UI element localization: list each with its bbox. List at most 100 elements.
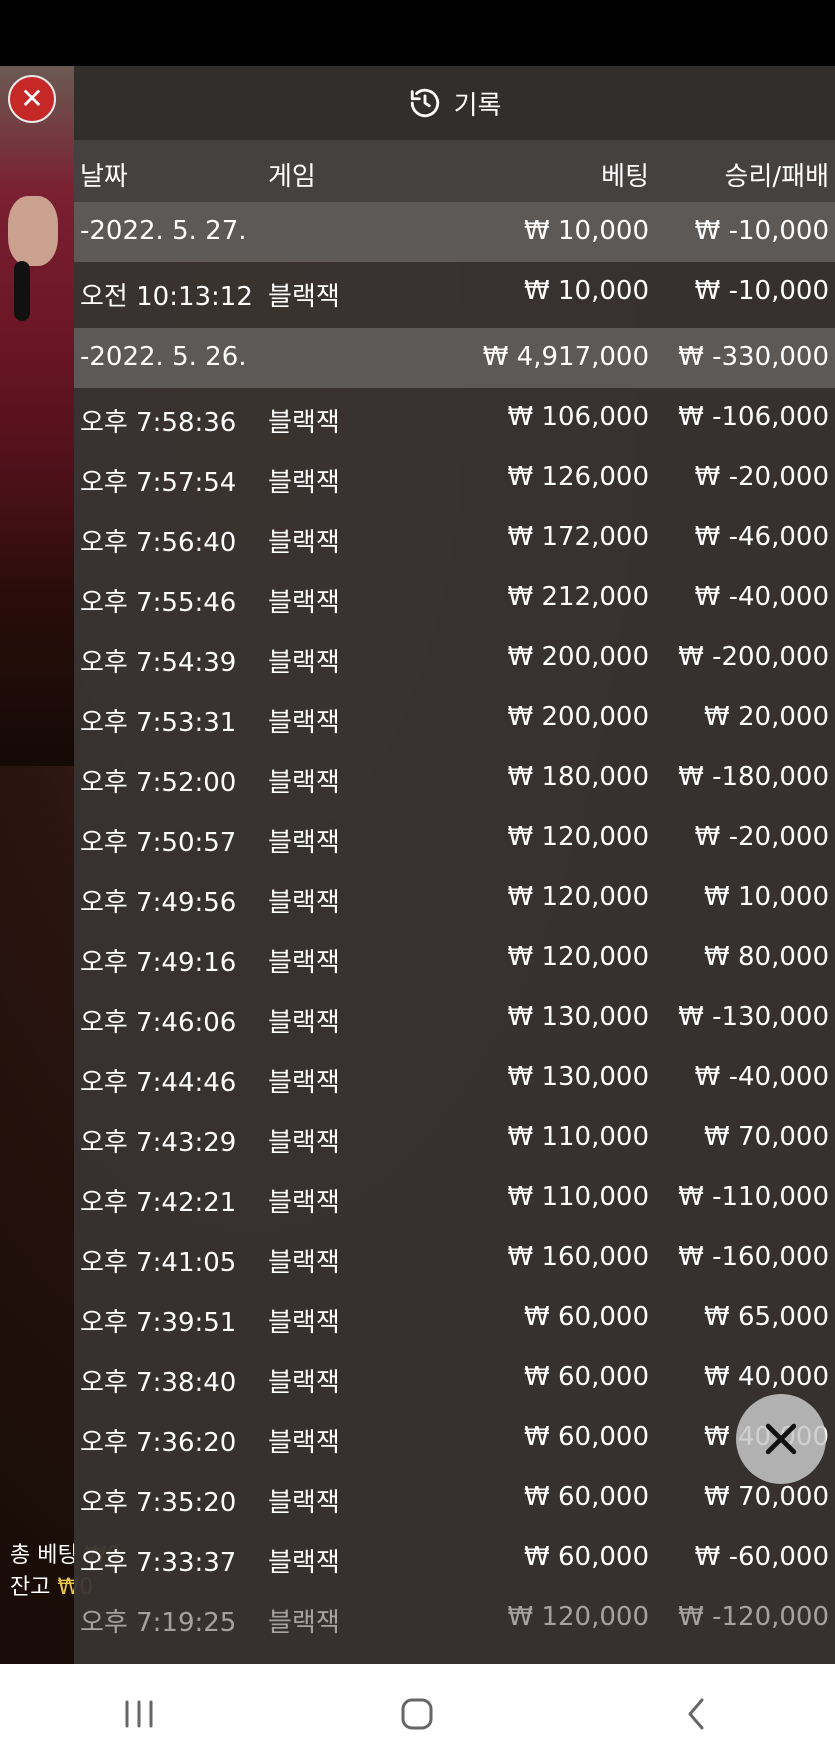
row-time: 오후 7:49:16 xyxy=(80,948,237,978)
column-date: 날짜 xyxy=(80,162,128,192)
android-nav-bar xyxy=(0,1664,835,1763)
history-panel: 기록 날짜 게임 베팅 승리/패배 -2022. 5. 27. ₩ 10,000 ₩… xyxy=(74,66,835,1664)
row-winloss: ₩ -160,000 xyxy=(678,1242,829,1272)
history-row: 오후 7:44:46 블랙잭 ₩ 130,000 ₩ -40,000 xyxy=(74,1048,835,1108)
history-list[interactable]: -2022. 5. 27. ₩ 10,000 ₩ -10,000 오전 10:13:1… xyxy=(74,202,835,1664)
total-bet-label: 총 베팅 xyxy=(10,1543,78,1568)
row-game: 블랙잭 xyxy=(268,1608,340,1638)
row-winloss: ₩ -330,000 xyxy=(678,342,829,372)
history-row: 오후 7:57:54 블랙잭 ₩ 126,000 ₩ -20,000 xyxy=(74,448,835,508)
row-time: 오후 7:54:39 xyxy=(80,648,237,678)
history-row: 오후 7:36:20블랙잭₩ 60,000₩ 40,000 xyxy=(74,1408,835,1468)
row-time: 오후 7:55:46 xyxy=(80,588,237,618)
history-row: 오후 7:35:20 블랙잭 ₩ 60,000 ₩ 70,000 xyxy=(74,1468,835,1528)
recent-apps-icon xyxy=(125,1700,153,1727)
row-winloss: ₩ -20,000 xyxy=(694,822,829,852)
row-game: 블랙잭 xyxy=(268,828,340,858)
row-bet: ₩ 130,000 xyxy=(507,1062,650,1092)
dealer-video xyxy=(0,66,74,766)
row-winloss: ₩ -120,000 xyxy=(678,1602,829,1632)
back-icon xyxy=(688,1698,704,1729)
row-game: 블랙잭 xyxy=(268,1548,340,1578)
row-winloss: ₩ -40,000 xyxy=(694,1062,829,1092)
row-winloss: ₩ 40,000 xyxy=(704,1362,829,1392)
column-bet: 베팅 xyxy=(601,162,649,192)
row-time: 오후 7:49:56 xyxy=(80,888,237,918)
row-bet: ₩ 130,000 xyxy=(507,1002,650,1032)
history-row: 오후 7:42:21 블랙잭 ₩ 110,000 ₩ -110,000 xyxy=(74,1168,835,1228)
row-winloss: ₩ -106,000 xyxy=(678,402,829,432)
row-winloss: ₩ -20,000 xyxy=(694,462,829,492)
row-winloss: ₩ -46,000 xyxy=(694,522,829,552)
column-winloss: 승리/패배 xyxy=(724,162,829,192)
row-time: -2022. 5. 26. xyxy=(80,342,247,372)
row-game: 블랙잭 xyxy=(268,888,340,918)
row-time: 오후 7:52:00 xyxy=(80,768,237,798)
row-bet: ₩ 126,000 xyxy=(507,462,650,492)
row-bet: ₩ 120,000 xyxy=(507,942,650,972)
balance-label: 잔고 xyxy=(10,1575,51,1600)
history-row: 오후 7:49:56 블랙잭 ₩ 120,000 ₩ 10,000 xyxy=(74,868,835,928)
row-bet: ₩ 180,000 xyxy=(507,762,650,792)
row-game: 블랙잭 xyxy=(268,948,340,978)
history-row: 오전 10:13:12 블랙잭 ₩ 10,000 ₩ -10,000 xyxy=(74,262,835,322)
row-bet: ₩ 160,000 xyxy=(507,1242,650,1272)
history-row: 오후 7:41:05 블랙잭 ₩ 160,000 ₩ -160,000 xyxy=(74,1228,835,1288)
row-time: 오후 7:33:37 xyxy=(80,1548,237,1578)
row-game: 블랙잭 xyxy=(268,1068,340,1098)
row-bet: ₩ 110,000 xyxy=(507,1122,650,1152)
row-bet: ₩ 10,000 xyxy=(524,276,649,306)
row-game: 블랙잭 xyxy=(268,588,340,618)
row-game: 블랙잭 xyxy=(268,468,340,498)
history-row: 오후 7:54:39 블랙잭 ₩ 200,000 ₩ -200,000 xyxy=(74,628,835,688)
row-bet: ₩ 120,000 xyxy=(507,882,650,912)
row-game: 블랙잭 xyxy=(268,1308,340,1338)
close-icon xyxy=(765,1423,797,1455)
row-time: 오후 7:56:40 xyxy=(80,528,237,558)
row-winloss: ₩ 10,000 xyxy=(704,882,829,912)
row-game: 블랙잭 xyxy=(268,1428,340,1458)
history-row: 오후 7:38:40 블랙잭 ₩ 60,000 ₩ 40,000 xyxy=(74,1348,835,1408)
row-bet: ₩ 60,000 xyxy=(524,1302,649,1332)
row-winloss: ₩ -180,000 xyxy=(678,762,829,792)
row-winloss: ₩ 80,000 xyxy=(704,942,829,972)
row-winloss: ₩ 70,000 xyxy=(704,1482,829,1512)
history-row: 오후 7:43:29 블랙잭 ₩ 110,000 ₩ 70,000 xyxy=(74,1108,835,1168)
row-winloss: ₩ -10,000 xyxy=(694,216,829,246)
row-time: -2022. 5. 27. xyxy=(80,216,247,246)
row-bet: ₩ 60,000 xyxy=(524,1482,649,1512)
row-bet: ₩ 60,000 xyxy=(524,1362,649,1392)
row-winloss: ₩ -60,000 xyxy=(694,1542,829,1572)
dealer-face xyxy=(8,196,58,266)
history-row: 오후 7:52:00 블랙잭 ₩ 180,000 ₩ -180,000 xyxy=(74,748,835,808)
table-header: 날짜 게임 베팅 승리/패배 xyxy=(74,140,835,202)
row-game: 블랙잭 xyxy=(268,528,340,558)
row-game: 블랙잭 xyxy=(268,1248,340,1278)
date-group-row: -2022. 5. 27. ₩ 10,000 ₩ -10,000 xyxy=(74,202,835,262)
history-row: 오후 7:33:37 블랙잭 ₩ 60,000 ₩ -60,000 xyxy=(74,1528,835,1588)
home-button[interactable] xyxy=(377,1684,457,1744)
row-game: 블랙잭 xyxy=(268,408,340,438)
row-time: 오후 7:57:54 xyxy=(80,468,237,498)
home-icon xyxy=(401,1698,433,1729)
close-game-button[interactable]: ✕ xyxy=(8,75,56,123)
row-winloss: ₩ -130,000 xyxy=(678,1002,829,1032)
row-time: 오후 7:41:05 xyxy=(80,1248,237,1278)
row-winloss: ₩ -200,000 xyxy=(678,642,829,672)
row-game: 블랙잭 xyxy=(268,648,340,678)
panel-title: 기록 xyxy=(453,90,502,121)
close-history-button[interactable] xyxy=(736,1394,826,1484)
row-bet: ₩ 106,000 xyxy=(507,402,650,432)
row-game: 블랙잭 xyxy=(268,1128,340,1158)
row-game: 블랙잭 xyxy=(268,1488,340,1518)
row-bet: ₩ 212,000 xyxy=(507,582,650,612)
back-button[interactable] xyxy=(656,1684,736,1744)
row-time: 오후 7:46:06 xyxy=(80,1008,237,1038)
recent-apps-button[interactable] xyxy=(99,1684,179,1744)
row-time: 오후 7:44:46 xyxy=(80,1068,237,1098)
row-game: 블랙잭 xyxy=(268,1008,340,1038)
row-time: 오후 7:36:20 xyxy=(80,1428,237,1458)
row-time: 오후 7:35:20 xyxy=(80,1488,237,1518)
close-icon: ✕ xyxy=(20,82,44,115)
row-bet: ₩ 172,000 xyxy=(507,522,650,552)
